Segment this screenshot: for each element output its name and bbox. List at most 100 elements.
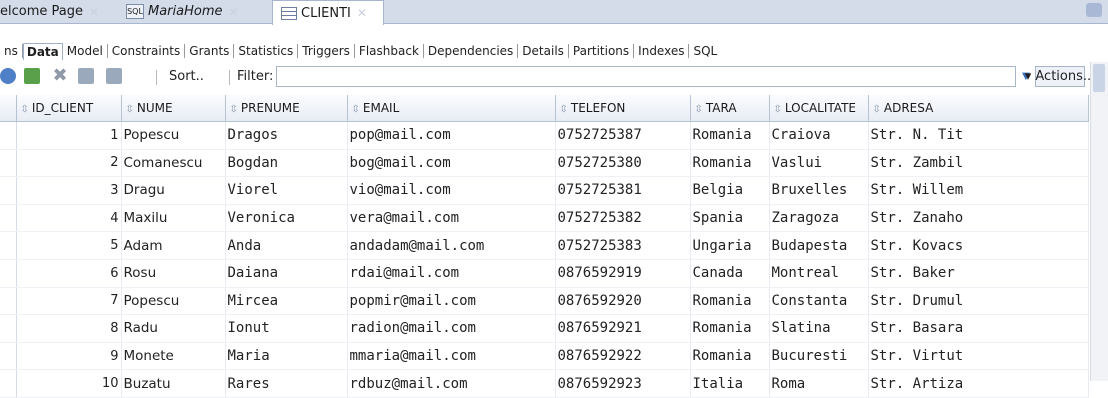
cell-nume[interactable]: Adam <box>121 231 226 260</box>
tab-constraints[interactable]: Constraints <box>108 44 186 58</box>
freeze-view-icon[interactable] <box>0 68 16 84</box>
tab-dependencies[interactable]: Dependencies <box>424 44 519 58</box>
column-header-localitate[interactable]: ⇳ LOCALITATE <box>769 95 869 122</box>
table-row[interactable]: 3 Dragu Viorel vio@mail.com 0752725381 B… <box>0 176 1089 205</box>
cell-localitate[interactable]: Constanta <box>769 287 869 316</box>
cell-prenume[interactable]: Veronica <box>225 204 348 233</box>
table-row[interactable]: 5 Adam Anda andadam@mail.com 0752725383 … <box>0 231 1089 260</box>
column-header-id-client[interactable]: ⇳ ID_CLIENT <box>16 95 122 122</box>
cell-tara[interactable]: Italia <box>690 369 770 398</box>
row-gutter[interactable] <box>0 231 17 260</box>
cell-tara[interactable]: Spania <box>690 204 770 233</box>
tab-columns[interactable]: ns <box>0 44 23 58</box>
row-gutter[interactable] <box>0 176 17 205</box>
cell-telefon[interactable]: 0876592920 <box>555 287 691 316</box>
cell-telefon[interactable]: 0752725381 <box>555 176 691 205</box>
cell-adresa[interactable]: Str. Willem <box>868 176 1089 205</box>
cell-telefon[interactable]: 0752725387 <box>555 121 691 150</box>
tab-triggers[interactable]: Triggers <box>298 44 355 58</box>
cell-nume[interactable]: Popescu <box>121 287 226 316</box>
cell-adresa[interactable]: Str. Drumul <box>868 287 1089 316</box>
cell-email[interactable]: vera@mail.com <box>347 204 556 233</box>
table-row[interactable]: 9 Monete Maria mmaria@mail.com 087659292… <box>0 342 1089 371</box>
row-gutter[interactable] <box>0 287 17 316</box>
cell-tara[interactable]: Belgia <box>690 176 770 205</box>
sort-button[interactable]: Sort.. <box>169 69 204 84</box>
vertical-scrollbar[interactable] <box>1090 62 1108 381</box>
scrollbar-thumb[interactable] <box>1093 64 1105 92</box>
table-row[interactable]: 10 Buzatu Rares rdbuz@mail.com 087659292… <box>0 369 1089 398</box>
cell-adresa[interactable]: Str. N. Tit <box>868 121 1089 150</box>
cell-telefon[interactable]: 0876592919 <box>555 259 691 288</box>
tab-data[interactable]: Data <box>22 42 63 60</box>
cell-adresa[interactable]: Str. Basara <box>868 314 1089 343</box>
cell-localitate[interactable]: Budapesta <box>769 231 869 260</box>
cell-tara[interactable]: Romania <box>690 314 770 343</box>
cell-email[interactable]: pop@mail.com <box>347 121 556 150</box>
cell-nume[interactable]: Comanescu <box>121 149 226 178</box>
row-gutter[interactable] <box>0 121 17 150</box>
cell-email[interactable]: popmir@mail.com <box>347 287 556 316</box>
cell-localitate[interactable]: Vaslui <box>769 149 869 178</box>
cell-nume[interactable]: Dragu <box>121 176 226 205</box>
tab-indexes[interactable]: Indexes <box>634 44 690 58</box>
table-row[interactable]: 4 Maxilu Veronica vera@mail.com 07527253… <box>0 204 1089 233</box>
cell-prenume[interactable]: Dragos <box>225 121 348 150</box>
table-row[interactable]: 8 Radu Ionut radion@mail.com 0876592921 … <box>0 314 1089 343</box>
cell-localitate[interactable]: Zaragoza <box>769 204 869 233</box>
row-gutter[interactable] <box>0 369 17 398</box>
cell-email[interactable]: mmaria@mail.com <box>347 342 556 371</box>
cell-localitate[interactable]: Bucuresti <box>769 342 869 371</box>
rollback-icon[interactable] <box>106 68 122 84</box>
tab-partitions[interactable]: Partitions <box>569 44 635 58</box>
cell-telefon[interactable]: 0752725382 <box>555 204 691 233</box>
tab-mariahome[interactable]: SQL MariaHome ✕ <box>126 0 266 23</box>
close-icon[interactable]: ✕ <box>89 5 99 19</box>
column-header-telefon[interactable]: ⇳ TELEFON <box>555 95 691 122</box>
cell-email[interactable]: rdbuz@mail.com <box>347 369 556 398</box>
cell-telefon[interactable]: 0876592922 <box>555 342 691 371</box>
cell-localitate[interactable]: Montreal <box>769 259 869 288</box>
cell-adresa[interactable]: Str. Zanaho <box>868 204 1089 233</box>
table-row[interactable]: 1 Popescu Dragos pop@mail.com 0752725387… <box>0 121 1089 150</box>
insert-row-icon[interactable] <box>24 68 40 84</box>
close-icon[interactable]: ✕ <box>357 6 367 20</box>
table-row[interactable]: 6 Rosu Daiana rdai@mail.com 0876592919 C… <box>0 259 1089 288</box>
cell-tara[interactable]: Ungaria <box>690 231 770 260</box>
row-gutter[interactable] <box>0 259 17 288</box>
tab-grants[interactable]: Grants <box>185 44 235 58</box>
cell-prenume[interactable]: Mircea <box>225 287 348 316</box>
cell-prenume[interactable]: Maria <box>225 342 348 371</box>
cell-tara[interactable]: Romania <box>690 342 770 371</box>
tab-model[interactable]: Model <box>63 44 108 58</box>
cell-id-client[interactable]: 6 <box>16 259 122 288</box>
cell-email[interactable]: vio@mail.com <box>347 176 556 205</box>
cell-id-client[interactable]: 8 <box>16 314 122 343</box>
column-header-email[interactable]: ⇳ EMAIL <box>347 95 556 122</box>
cell-prenume[interactable]: Anda <box>225 231 348 260</box>
row-gutter[interactable] <box>0 342 17 371</box>
cell-id-client[interactable]: 7 <box>16 287 122 316</box>
row-gutter[interactable] <box>0 314 17 343</box>
delete-row-icon[interactable]: ✖ <box>52 67 68 85</box>
tab-sql[interactable]: SQL <box>689 44 721 58</box>
cell-nume[interactable]: Radu <box>121 314 226 343</box>
cell-prenume[interactable]: Rares <box>225 369 348 398</box>
cell-adresa[interactable]: Str. Baker <box>868 259 1089 288</box>
cell-nume[interactable]: Popescu <box>121 121 226 150</box>
cell-email[interactable]: rdai@mail.com <box>347 259 556 288</box>
cell-telefon[interactable]: 0752725383 <box>555 231 691 260</box>
commit-icon[interactable] <box>78 68 94 84</box>
tab-welcome-page[interactable]: elcome Page ✕ <box>0 0 120 23</box>
table-row[interactable]: 7 Popescu Mircea popmir@mail.com 0876592… <box>0 287 1089 316</box>
cell-localitate[interactable]: Slatina <box>769 314 869 343</box>
cell-adresa[interactable]: Str. Virtut <box>868 342 1089 371</box>
cell-prenume[interactable]: Bogdan <box>225 149 348 178</box>
cell-tara[interactable]: Romania <box>690 287 770 316</box>
cell-localitate[interactable]: Craiova <box>769 121 869 150</box>
column-header-prenume[interactable]: ⇳ PRENUME <box>225 95 348 122</box>
close-icon[interactable]: ✕ <box>229 5 239 19</box>
column-header-tara[interactable]: ⇳ TARA <box>690 95 770 122</box>
cell-nume[interactable]: Monete <box>121 342 226 371</box>
cell-prenume[interactable]: Ionut <box>225 314 348 343</box>
